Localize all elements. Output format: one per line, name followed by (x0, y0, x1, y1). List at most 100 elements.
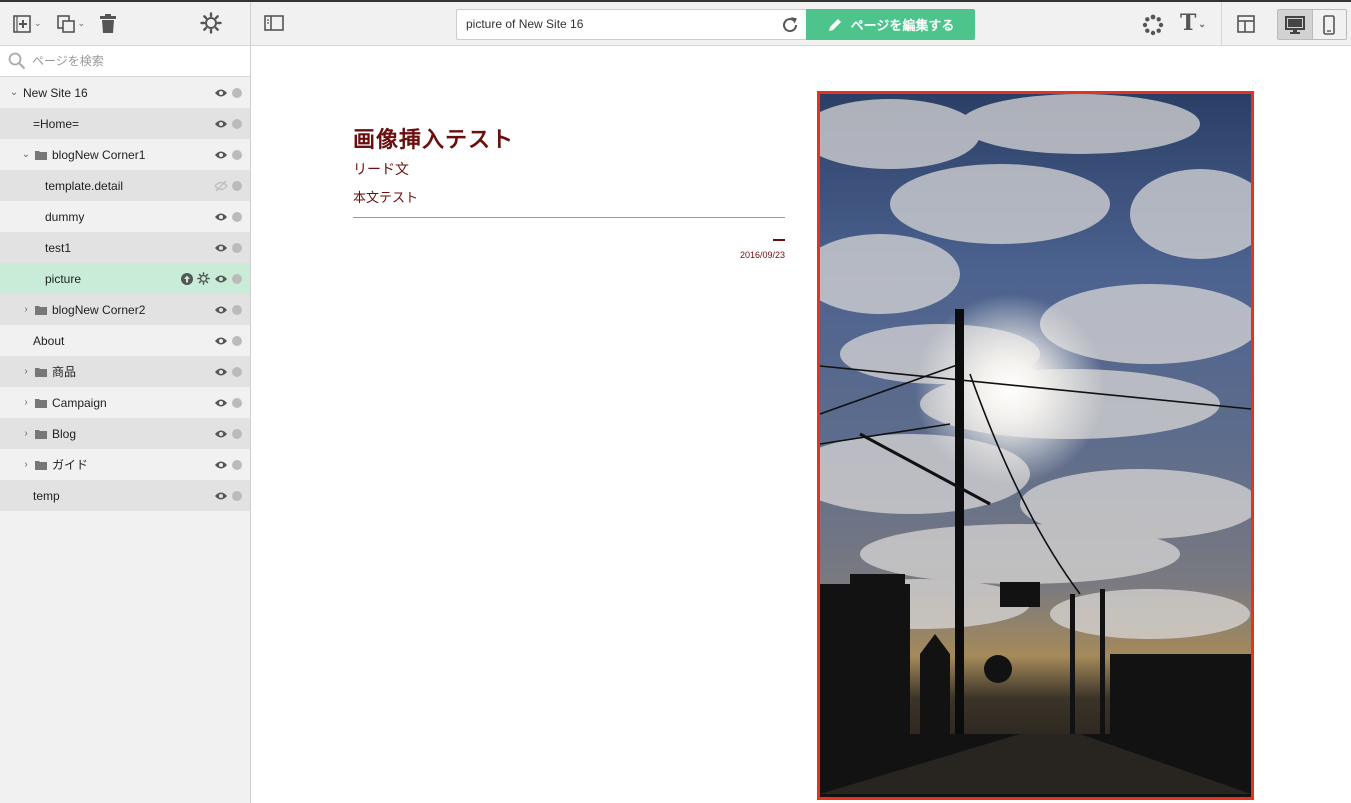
chevron-right-icon[interactable]: › (21, 366, 31, 377)
eye-icon[interactable] (214, 491, 228, 501)
site-settings-button[interactable] (200, 12, 222, 34)
tree-row-site[interactable]: ⌄ New Site 16 (0, 77, 250, 108)
eye-icon[interactable] (214, 150, 228, 160)
typography-button[interactable]: T ⌄ (1180, 10, 1206, 36)
status-dot (232, 118, 242, 129)
article-lead[interactable]: リード文 (353, 159, 409, 179)
tree-row-temp[interactable]: temp (0, 480, 250, 511)
sidebar: ⌄ ⌄ ページを検索 ⌄ New Site 16 =Home= ⌄ blogNe… (0, 2, 251, 803)
tree-row-blognew-corner1[interactable]: ⌄ blogNew Corner1 (0, 139, 250, 170)
upload-icon[interactable] (181, 272, 193, 285)
tree-row-dummy[interactable]: dummy (0, 201, 250, 232)
tree-label: test1 (45, 240, 72, 255)
tree-label: picture (45, 271, 82, 286)
eye-icon[interactable] (214, 305, 228, 315)
divider (1221, 2, 1222, 46)
edit-page-button[interactable]: ページを編集する (806, 9, 975, 40)
status-dot (232, 366, 242, 377)
row-actions (210, 418, 242, 449)
search-input[interactable] (32, 54, 232, 68)
reload-button[interactable] (780, 15, 800, 40)
page-address-input[interactable] (466, 17, 766, 31)
row-actions (210, 449, 242, 480)
tree-row-about[interactable]: About (0, 325, 250, 356)
eye-icon[interactable] (214, 429, 228, 439)
eye-icon[interactable] (214, 336, 228, 346)
row-actions (210, 294, 242, 325)
text-format-icon: T (1180, 10, 1197, 36)
eye-icon[interactable] (214, 243, 228, 253)
folder-icon (35, 398, 47, 408)
tree-row-guide[interactable]: › ガイド (0, 449, 250, 480)
article-title[interactable]: 画像挿入テスト (353, 122, 514, 154)
eye-icon[interactable] (214, 88, 228, 98)
desktop-icon (1284, 15, 1305, 34)
article-date: 2016/09/23 (739, 250, 785, 260)
tree-row-products[interactable]: › 商品 (0, 356, 250, 387)
device-switcher (1277, 9, 1347, 40)
tree-row-template-detail[interactable]: template.detail (0, 170, 250, 201)
delete-button[interactable] (99, 13, 117, 34)
chevron-down-icon[interactable]: ⌄ (21, 149, 31, 160)
eye-icon[interactable] (214, 398, 228, 408)
tree-label: New Site 16 (23, 85, 88, 100)
status-dot (232, 180, 242, 191)
preview-status-button[interactable] (1142, 14, 1164, 41)
tree-label: ガイド (52, 458, 89, 472)
tree-row-blog[interactable]: › Blog (0, 418, 250, 449)
desktop-view-button[interactable] (1278, 10, 1312, 39)
eye-icon[interactable] (214, 367, 228, 377)
eye-icon[interactable] (214, 460, 228, 470)
tree-label: blogNew Corner2 (52, 302, 146, 317)
eye-icon[interactable] (214, 274, 228, 284)
row-actions (210, 387, 242, 418)
selected-photo[interactable] (817, 91, 1254, 800)
tree-row-test1[interactable]: test1 (0, 232, 250, 263)
status-dot (232, 87, 242, 98)
eye-icon[interactable] (214, 212, 228, 222)
tree-row-blognew-corner2[interactable]: › blogNew Corner2 (0, 294, 250, 325)
status-dot (232, 211, 242, 222)
folder-icon (35, 150, 47, 160)
row-actions (210, 170, 242, 201)
gear-icon (200, 12, 222, 34)
duplicate-button[interactable]: ⌄ (56, 14, 85, 34)
layout-grid-icon (1237, 15, 1255, 33)
chevron-down-icon[interactable]: ⌄ (9, 87, 19, 98)
sidebar-panel-icon (264, 15, 284, 31)
folder-icon (35, 429, 47, 439)
search-icon (8, 52, 26, 70)
row-actions (210, 356, 242, 387)
trash-icon (100, 13, 117, 33)
chevron-right-icon[interactable]: › (21, 459, 31, 470)
eye-icon[interactable] (214, 119, 228, 129)
chevron-right-icon[interactable]: › (21, 428, 31, 439)
tree-label: About (33, 333, 65, 348)
add-page-button[interactable]: ⌄ (12, 14, 42, 34)
reload-icon (783, 17, 798, 33)
tree-row-picture[interactable]: picture (0, 263, 250, 294)
chevron-right-icon[interactable]: › (21, 304, 31, 315)
status-dot (232, 335, 242, 346)
chevron-down-icon: ⌄ (34, 18, 42, 28)
status-dot (232, 304, 242, 315)
gear-icon[interactable] (197, 272, 210, 285)
layout-button[interactable] (1236, 14, 1256, 39)
tree-label: Campaign (52, 395, 107, 410)
tree-row-campaign[interactable]: › Campaign (0, 387, 250, 418)
loading-icon (1142, 14, 1164, 36)
edit-page-label: ページを編集する (850, 18, 955, 33)
article-body[interactable]: 本文テスト (353, 187, 418, 206)
top-bar: ページを編集する T ⌄ (251, 2, 1351, 46)
eye-off-icon[interactable] (214, 180, 228, 192)
duplicate-icon (56, 14, 75, 33)
mobile-view-button[interactable] (1311, 10, 1346, 39)
status-dot (232, 397, 242, 408)
row-actions (210, 139, 242, 170)
mobile-icon (1323, 14, 1336, 35)
row-actions (177, 263, 242, 294)
toggle-sidebar-button[interactable] (264, 15, 284, 36)
folder-icon (35, 305, 47, 315)
tree-row-home[interactable]: =Home= (0, 108, 250, 139)
chevron-right-icon[interactable]: › (21, 397, 31, 408)
